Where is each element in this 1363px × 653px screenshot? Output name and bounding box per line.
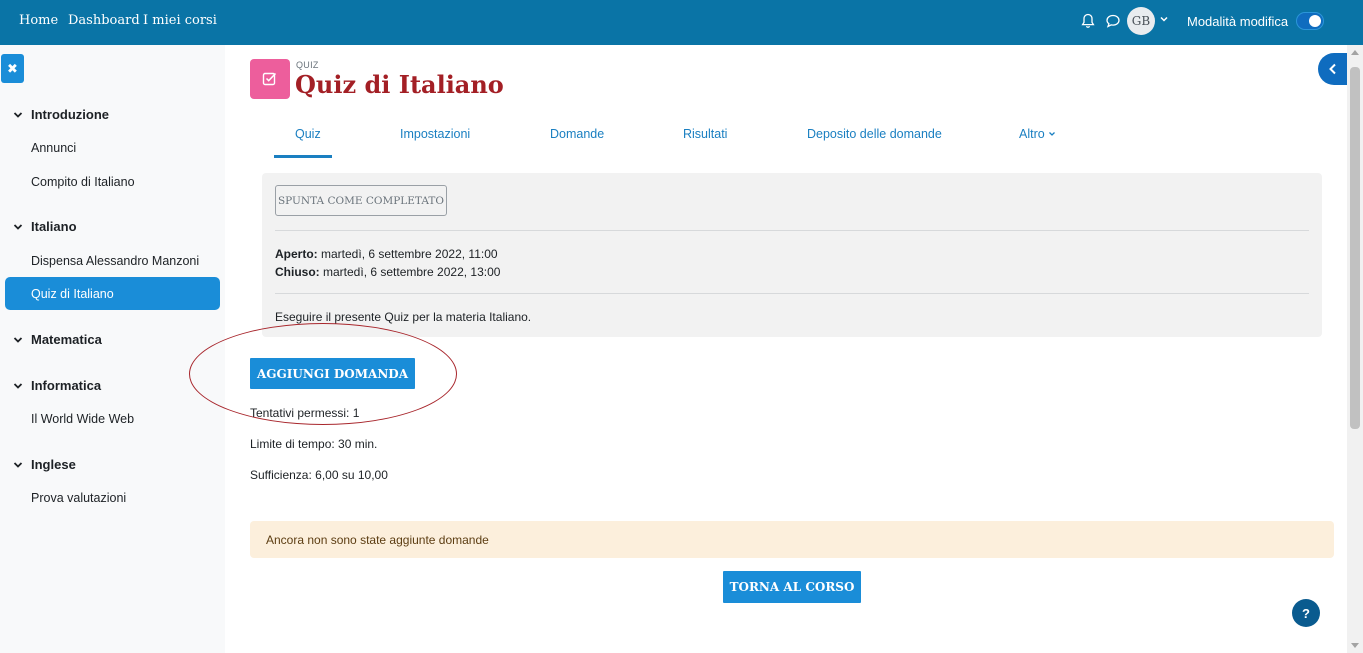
sidebar-item-quiz-italiano[interactable]: Quiz di Italiano [5, 277, 220, 310]
passing-grade: Sufficienza: 6,00 su 10,00 [250, 468, 388, 482]
page-title: Quiz di Italiano [295, 70, 504, 99]
mark-complete-button[interactable]: SPUNTA COME COMPLETATO [275, 185, 447, 216]
chevron-left-icon [1328, 63, 1338, 75]
section-introduzione[interactable]: Introduzione [13, 107, 109, 122]
user-avatar[interactable]: GB [1127, 7, 1155, 35]
help-button[interactable]: ? [1292, 599, 1320, 627]
closed-date: Chiuso: martedì, 6 settembre 2022, 13:00 [275, 265, 500, 279]
edit-mode-label: Modalità modifica [1187, 14, 1289, 29]
chevron-down-icon [13, 381, 25, 391]
tab-quiz[interactable]: Quiz [295, 127, 321, 141]
edit-mode-toggle[interactable] [1296, 12, 1324, 30]
scroll-up-arrow[interactable] [1351, 50, 1359, 55]
activity-description: Eseguire il presente Quiz per la materia… [275, 310, 532, 324]
scroll-down-arrow[interactable] [1351, 643, 1359, 648]
open-right-drawer-button[interactable] [1318, 53, 1348, 85]
question-icon: ? [1302, 605, 1310, 621]
scroll-thumb[interactable] [1350, 67, 1360, 429]
section-informatica[interactable]: Informatica [13, 378, 101, 393]
section-title: Inglese [31, 457, 76, 472]
activity-type-label: QUIZ [296, 60, 319, 70]
quiz-activity-icon [250, 59, 290, 99]
section-title: Informatica [31, 378, 102, 393]
divider [275, 293, 1309, 294]
chevron-down-icon [13, 335, 25, 345]
toggle-knob [1309, 15, 1321, 27]
chevron-down-icon [13, 460, 25, 470]
tab-altro-label: Altro [1019, 127, 1045, 141]
chevron-down-icon [13, 110, 25, 120]
opened-date: Aperto: martedì, 6 settembre 2022, 11:00 [275, 247, 498, 261]
chevron-down-icon[interactable] [1159, 13, 1169, 27]
closed-value: martedì, 6 settembre 2022, 13:00 [319, 265, 501, 279]
tab-domande[interactable]: Domande [550, 127, 604, 141]
tab-risultati[interactable]: Risultati [683, 127, 727, 141]
bell-icon[interactable] [1079, 11, 1097, 31]
close-icon: ✖ [7, 60, 18, 76]
closed-label: Chiuso: [275, 265, 320, 279]
nav-home[interactable]: Home [19, 13, 58, 28]
nav-my-courses[interactable]: I miei corsi [143, 13, 217, 28]
sidebar-item-annunci[interactable]: Annunci [5, 131, 220, 164]
back-to-course-button[interactable]: TORNA AL CORSO [723, 571, 861, 603]
sidebar-item-prova-valutazioni[interactable]: Prova valutazioni [5, 481, 220, 514]
divider [275, 230, 1309, 231]
section-title: Italiano [31, 219, 77, 234]
sidebar-item-world-wide-web[interactable]: Il World Wide Web [5, 402, 220, 435]
chevron-down-icon [1048, 130, 1056, 138]
add-question-button[interactable]: AGGIUNGI DOMANDA [250, 358, 415, 389]
sidebar-item-dispensa-manzoni[interactable]: Dispensa Alessandro Manzoni [5, 244, 220, 277]
tab-impostazioni[interactable]: Impostazioni [400, 127, 470, 141]
time-limit: Limite di tempo: 30 min. [250, 437, 378, 451]
active-tab-indicator [274, 155, 332, 158]
opened-label: Aperto: [275, 247, 318, 261]
chevron-down-icon [13, 222, 25, 232]
chat-icon[interactable] [1104, 11, 1122, 31]
nav-dashboard[interactable]: Dashboard [68, 13, 140, 28]
section-italiano[interactable]: Italiano [13, 219, 77, 234]
close-drawer-button[interactable]: ✖ [1, 54, 24, 83]
top-navbar: Home Dashboard I miei corsi GB Modalità … [0, 0, 1363, 45]
sidebar-item-compito-italiano[interactable]: Compito di Italiano [5, 165, 220, 198]
section-title: Matematica [31, 332, 102, 347]
attempts-allowed: Tentativi permessi: 1 [250, 406, 360, 420]
opened-value: martedì, 6 settembre 2022, 11:00 [317, 247, 498, 261]
tab-deposito-domande[interactable]: Deposito delle domande [807, 127, 942, 141]
section-title: Introduzione [31, 107, 109, 122]
no-questions-alert: Ancora non sono state aggiunte domande [250, 521, 1334, 558]
page-scrollbar[interactable] [1347, 45, 1363, 653]
section-matematica[interactable]: Matematica [13, 332, 102, 347]
section-inglese[interactable]: Inglese [13, 457, 76, 472]
tab-altro[interactable]: Altro [1019, 127, 1056, 141]
